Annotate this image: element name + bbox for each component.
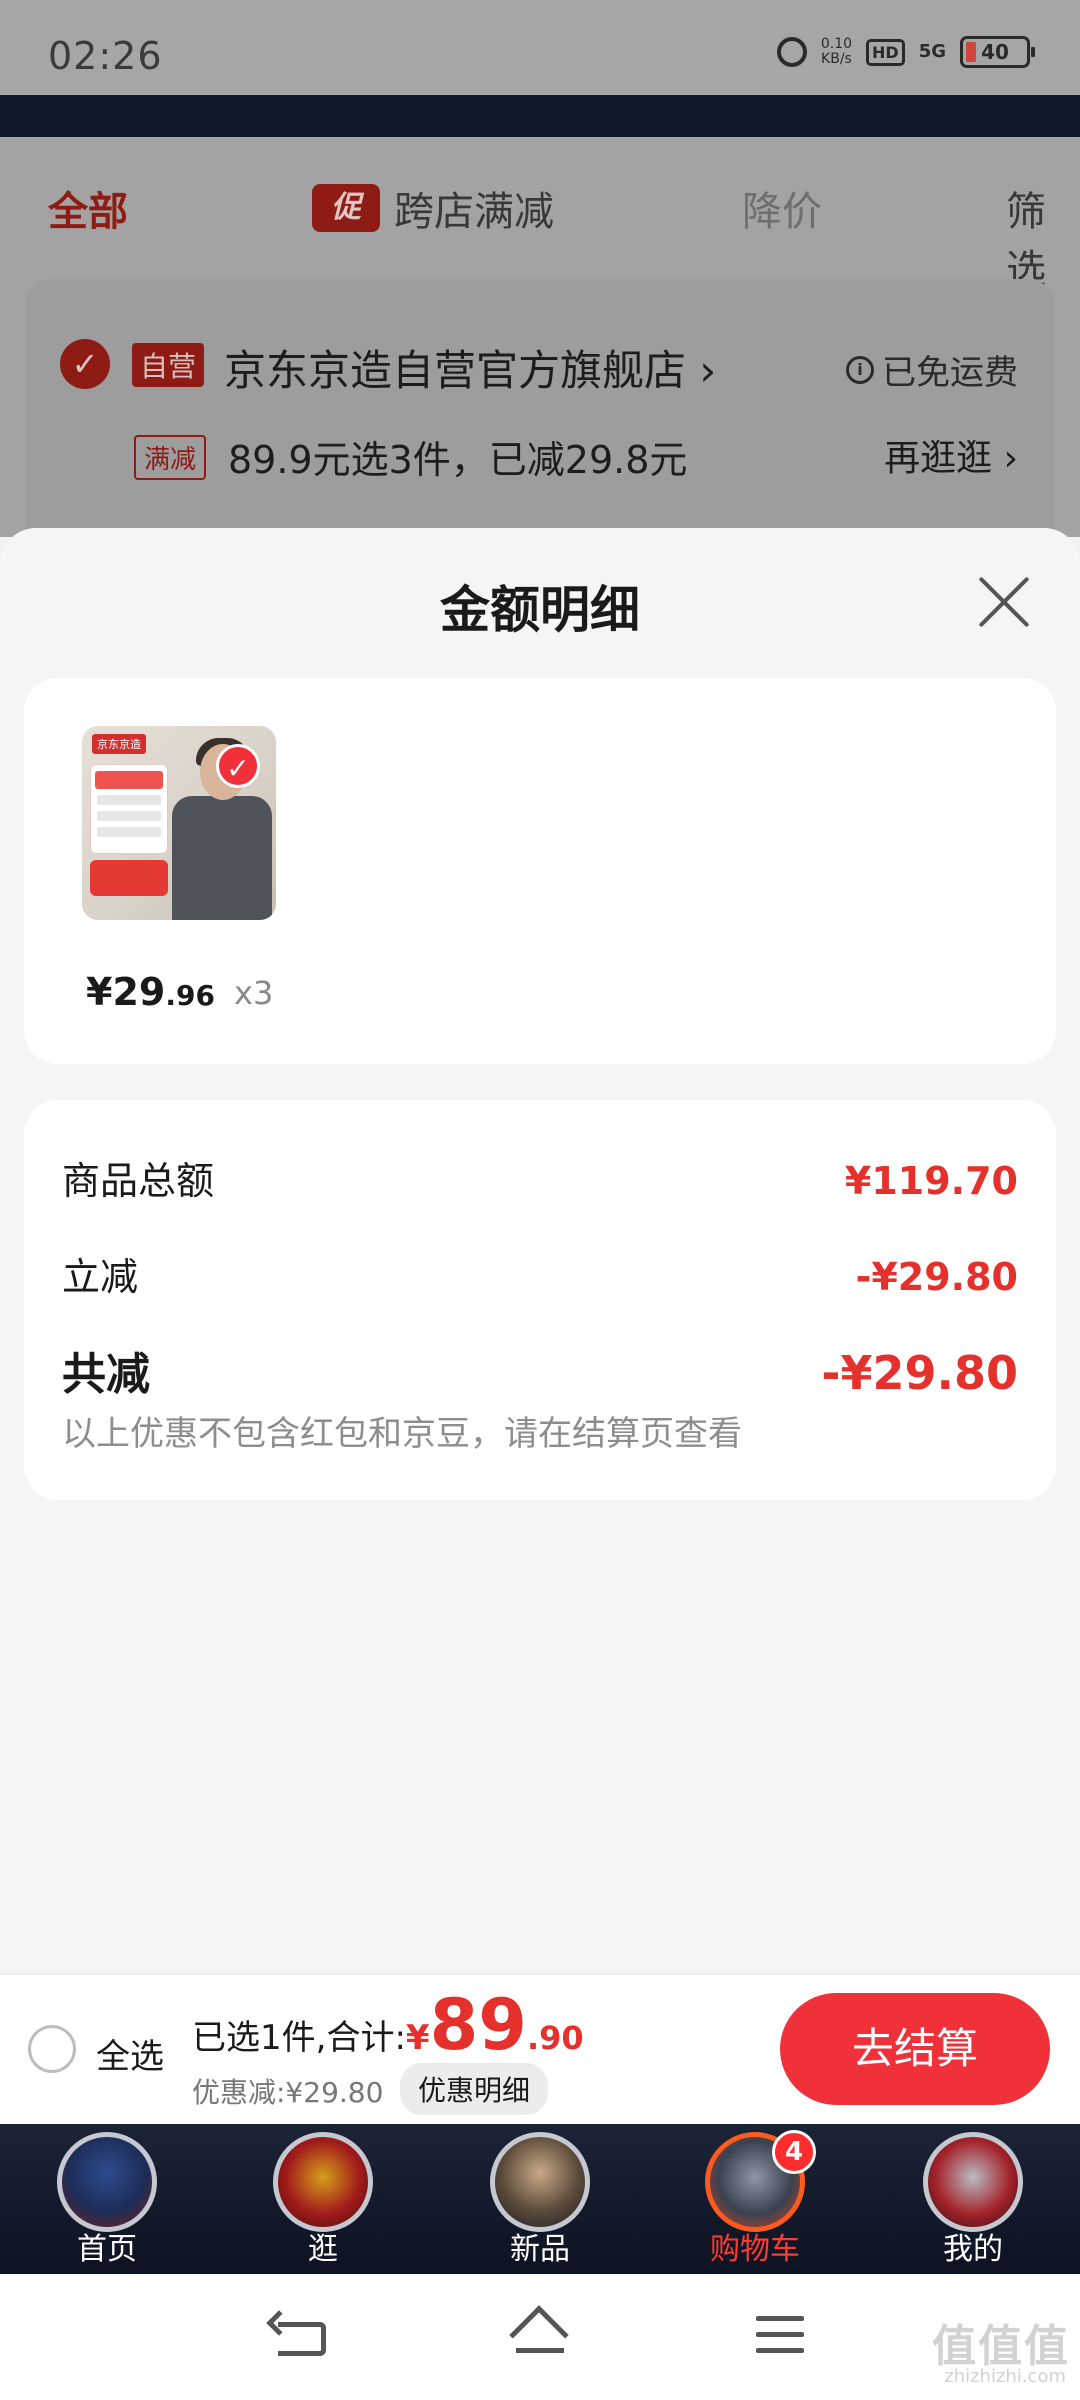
- instant-discount-value: -¥29.80: [855, 1255, 1018, 1299]
- total-discount-label: 共减: [62, 1349, 150, 1400]
- network-speed: 0.10 KB/s: [821, 37, 852, 67]
- tab-new[interactable]: 新品: [465, 2124, 615, 2274]
- total-discount-value: -¥29.80: [821, 1346, 1018, 1400]
- status-time: 02:26: [48, 34, 163, 78]
- signal-5g-icon: 5G: [918, 41, 946, 62]
- select-all-checkbox[interactable]: [28, 2025, 76, 2073]
- captain-america-avatar-icon: [57, 2132, 157, 2232]
- tab-browse[interactable]: 逛: [248, 2124, 398, 2274]
- bottom-tab-bar: 首页 逛 新品 4 购物车 我的: [0, 2124, 1080, 2274]
- browse-more-link[interactable]: 再逛逛 ›: [884, 429, 1018, 481]
- header-strip: [0, 95, 1080, 137]
- tab-home-label: 首页: [77, 2232, 137, 2267]
- status-bar: 02:26 0.10 KB/s HD 5G 40: [0, 0, 1080, 95]
- network-speed-value: 0.10: [820, 36, 853, 52]
- shop-checked-icon[interactable]: ✓: [60, 339, 110, 389]
- checkout-bar: 全选 已选1件,合计: ¥89.90 优惠减:¥29.80 优惠明细 去结算: [0, 1974, 1080, 2124]
- hd-icon: HD: [866, 38, 905, 66]
- total-amount-int: 89: [429, 1984, 527, 2066]
- self-operated-badge: 自营: [132, 343, 205, 387]
- discount-amount: 优惠减:¥29.80: [192, 2076, 384, 2109]
- subtotal-value: ¥119.70: [844, 1159, 1018, 1203]
- item-quantity: x3: [234, 974, 274, 1012]
- free-shipping-info: i 已免运费: [846, 345, 1018, 394]
- instant-discount-row: 立减 -¥29.80: [62, 1246, 1018, 1301]
- tab-cross-store-promo[interactable]: 促 跨店满减: [312, 179, 554, 237]
- discount-badge: 满减: [134, 435, 207, 480]
- product-price-tag: [90, 860, 168, 896]
- watermark-url: zhizhizhi.com: [944, 2366, 1066, 2387]
- thor-avatar-icon: [490, 2132, 590, 2232]
- product-shirt: [172, 796, 272, 920]
- tab-filter[interactable]: 筛选: [1006, 179, 1080, 295]
- home-icon[interactable]: [509, 2305, 570, 2365]
- iron-man-avatar-icon: [273, 2132, 373, 2232]
- item-price-int: ¥29: [86, 970, 166, 1014]
- subtotal-row: 商品总额 ¥119.70: [62, 1150, 1018, 1205]
- tab-promo-label: 跨店满减: [394, 189, 554, 235]
- battery-icon: 40: [960, 36, 1035, 68]
- currency-symbol: ¥: [405, 2018, 430, 2058]
- discount-text: 89.9元选3件，已减29.8元: [228, 438, 688, 482]
- tab-cart[interactable]: 4 购物车: [680, 2124, 830, 2274]
- item-price: ¥29.96: [86, 970, 215, 1014]
- close-icon[interactable]: [976, 574, 1032, 630]
- cart-filter-tabs: 全部 促 跨店满减 降价 筛选: [0, 167, 1080, 293]
- checkout-button[interactable]: 去结算: [780, 1993, 1050, 2105]
- total-summary: 已选1件,合计: ¥89.90: [192, 1985, 584, 2065]
- subtotal-label: 商品总额: [62, 1159, 215, 1203]
- product-feature-box: [90, 764, 168, 854]
- discount-detail-button[interactable]: 优惠明细: [400, 2063, 549, 2115]
- total-discount-row: 共减 -¥29.80: [62, 1338, 1018, 1402]
- tab-new-label: 新品: [510, 2232, 570, 2267]
- summary-prefix: 已选1件,合计:: [192, 2018, 406, 2058]
- cart-background: 全部 促 跨店满减 降价 筛选 ✓ 自营 京东京造自营官方旗舰店 › i 已免运…: [0, 137, 1080, 579]
- tab-mine-label: 我的: [943, 2232, 1003, 2267]
- item-price-dec: .96: [165, 979, 215, 1012]
- tab-home[interactable]: 首页: [32, 2124, 182, 2274]
- alarm-icon: [776, 37, 807, 67]
- total-amount-dec: .90: [527, 2019, 584, 2057]
- free-shipping-label: 已免运费: [882, 353, 1018, 393]
- selected-items-card: 京东京造 ✓ ¥29.96 x3: [24, 678, 1056, 1064]
- status-icons: 0.10 KB/s HD 5G 40: [776, 36, 1035, 68]
- selected-check-icon: ✓: [216, 744, 260, 788]
- menu-icon[interactable]: [756, 2316, 804, 2356]
- product-thumbnail[interactable]: 京东京造 ✓: [82, 726, 276, 920]
- brand-tag: 京东京造: [92, 734, 146, 754]
- amount-summary-card: 商品总额 ¥119.70 立减 -¥29.80 共减 -¥29.80 以上优惠不…: [24, 1100, 1056, 1500]
- cart-count-badge: 4: [772, 2130, 816, 2174]
- promo-badge-icon: 促: [312, 184, 380, 232]
- system-nav-bar: 值值值 zhizhizhi.com: [0, 2274, 1080, 2400]
- tab-price-drop[interactable]: 降价: [742, 179, 822, 237]
- tab-mine[interactable]: 我的: [898, 2124, 1048, 2274]
- network-speed-unit: KB/s: [821, 51, 852, 67]
- discount-note: 以上优惠不包含红包和京豆，请在结算页查看: [62, 1414, 742, 1454]
- select-all-label[interactable]: 全选: [96, 2029, 164, 2078]
- tab-cart-label: 购物车: [710, 2232, 800, 2267]
- back-icon[interactable]: [266, 2310, 326, 2358]
- info-icon: i: [846, 355, 874, 384]
- watermark-logo: 值值值: [932, 2321, 1070, 2372]
- shop-name-link[interactable]: 京东京造自营官方旗舰店 ›: [224, 337, 716, 398]
- tab-browse-label: 逛: [308, 2232, 338, 2267]
- sheet-title: 金额明细: [440, 581, 640, 639]
- tab-all[interactable]: 全部: [48, 179, 128, 237]
- amount-detail-sheet: 金额明细 京东京造 ✓ ¥29.96 x3 商品总额 ¥119.70 立减 -¥…: [0, 528, 1080, 1974]
- instant-discount-label: 立减: [62, 1255, 139, 1299]
- ant-man-avatar-icon: [923, 2132, 1023, 2232]
